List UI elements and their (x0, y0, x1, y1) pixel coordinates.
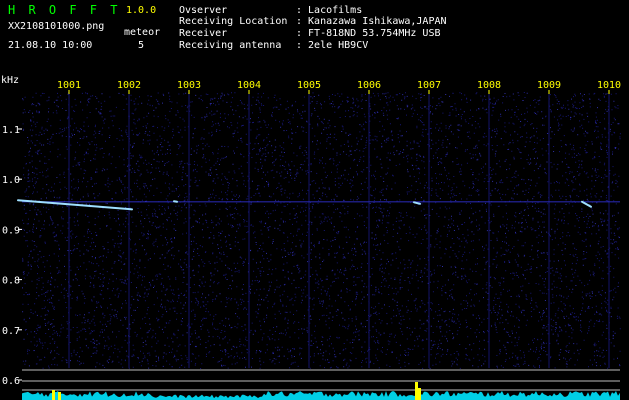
y-tick-label-1.1: 1.1 (2, 125, 20, 136)
x-tick-label-1003: 1003 (177, 80, 201, 91)
y-tick-label-0.7: 0.7 (2, 326, 20, 337)
x-tick-label-1001: 1001 (57, 80, 81, 91)
spectrum-peak-3 (415, 382, 418, 400)
x-tick-label-1002: 1002 (117, 80, 141, 91)
y-tick-label-0.9: 0.9 (2, 225, 20, 236)
spectrogram: 1001 1002 1003 1004 1005 1006 1007 1008 1009 1010… (0, 75, 629, 400)
spectrum-peak-4 (418, 388, 421, 400)
x-tick-label-1008: 1008 (477, 80, 501, 91)
x-tick-label-1009: 1009 (537, 80, 561, 91)
x-tick-label-1007: 1007 (417, 80, 441, 91)
spectrum-peak-1 (52, 390, 55, 400)
spectrum-peak-2 (58, 392, 61, 400)
y-tick-label-0.8: 0.8 (2, 276, 20, 287)
x-tick-label-1005: 1005 (297, 80, 321, 91)
y-axis-unit: kHz (1, 75, 19, 86)
x-tick-label-1004: 1004 (237, 80, 261, 91)
y-tick-label-0.6: 0.6 (2, 376, 20, 387)
meteor-trace-2 (173, 200, 178, 203)
x-tick-label-1010: 1010 (597, 80, 621, 91)
x-tick-label-1006: 1006 (357, 80, 381, 91)
y-tick-label-1.0: 1.0 (2, 175, 20, 186)
